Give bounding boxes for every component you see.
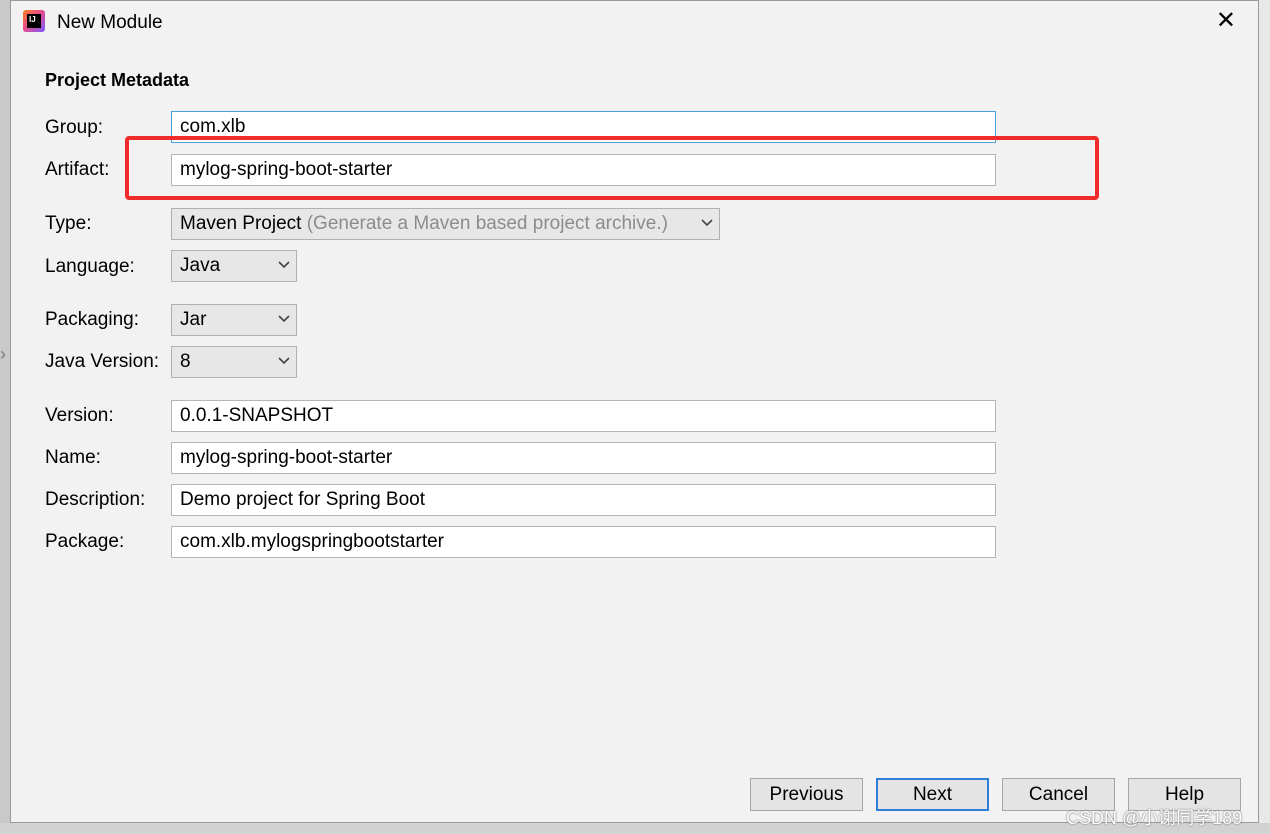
chevron-down-icon — [278, 261, 290, 269]
description-label: Description: — [45, 489, 146, 510]
packaging-value: Jar — [180, 309, 207, 330]
description-input[interactable]: Demo project for Spring Boot — [171, 484, 996, 516]
packaging-label: Packaging: — [45, 309, 140, 330]
name-input[interactable]: mylog-spring-boot-starter — [171, 442, 996, 474]
artifact-label: Artifact: — [45, 159, 110, 180]
chevron-down-icon — [278, 315, 290, 323]
version-input[interactable]: 0.0.1-SNAPSHOT — [171, 400, 996, 432]
chevron-down-icon — [701, 219, 713, 227]
intellij-idea-icon: IJ — [23, 10, 45, 32]
type-value: Maven Project — [180, 213, 302, 234]
highlight-annotation — [125, 136, 1099, 200]
type-label: Type: — [45, 213, 92, 234]
type-hint: (Generate a Maven based project archive.… — [306, 213, 668, 234]
java-version-label: Java Version: — [45, 351, 160, 372]
group-label: Group: — [45, 117, 104, 138]
language-select[interactable]: Java — [171, 250, 297, 282]
type-select[interactable]: Maven Project (Generate a Maven based pr… — [171, 208, 720, 240]
new-module-dialog: IJ New Module ✕ Project Metadata Group: … — [10, 0, 1259, 823]
version-label: Version: — [45, 405, 114, 426]
package-input[interactable]: com.xlb.mylogspringbootstarter — [171, 526, 996, 558]
java-version-select[interactable]: 8 — [171, 346, 297, 378]
close-icon[interactable]: ✕ — [1216, 9, 1236, 33]
title-bar: IJ New Module ✕ — [11, 1, 1258, 45]
language-value: Java — [180, 255, 221, 276]
background-chevron-icon: › — [0, 344, 6, 364]
name-label: Name: — [45, 447, 101, 468]
package-label: Package: — [45, 531, 125, 552]
previous-button[interactable]: Previous — [750, 778, 863, 811]
background-ide-panel — [1258, 0, 1270, 834]
chevron-down-icon — [278, 357, 290, 365]
window-title: New Module — [57, 12, 163, 33]
watermark-text: CSDN @小谢同学189 — [1066, 808, 1243, 828]
java-version-value: 8 — [180, 351, 191, 372]
section-title: Project Metadata — [45, 70, 190, 90]
language-label: Language: — [45, 256, 135, 277]
next-button[interactable]: Next — [876, 778, 989, 811]
packaging-select[interactable]: Jar — [171, 304, 297, 336]
